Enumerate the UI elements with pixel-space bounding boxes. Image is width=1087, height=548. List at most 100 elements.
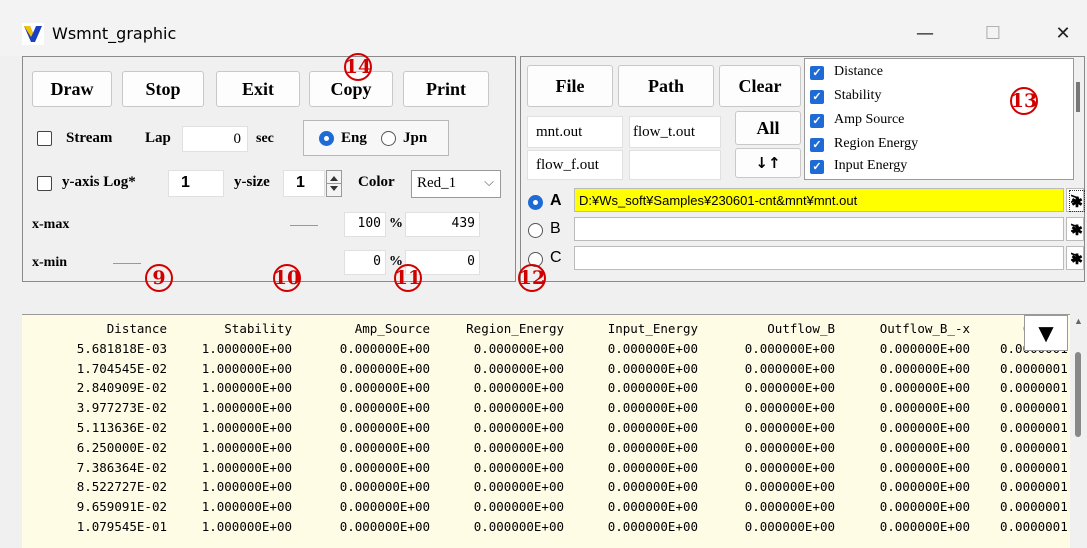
table-cell: 1.000000E+00 [201, 519, 292, 534]
sort-button[interactable]: ↓↑ [735, 148, 801, 178]
chevron-down-icon: ⌵ [484, 174, 494, 189]
table-cell: 0.000000E+00 [473, 340, 564, 356]
path-c-field[interactable] [574, 246, 1064, 270]
scroll-down-button[interactable]: ▼ [1024, 315, 1068, 351]
path-c-star-button[interactable]: ✱ [1069, 248, 1085, 270]
xmax-percent-input[interactable]: 100 [344, 212, 386, 237]
table-cell: 0.000000E+00 [339, 499, 430, 515]
lap-label: Lap [145, 130, 171, 146]
close-button[interactable]: ✕ [1040, 14, 1086, 54]
annotation-10: 10 [273, 264, 301, 292]
table-header-cell: Region_Energy [466, 321, 564, 336]
stream-checkbox[interactable] [37, 131, 52, 146]
table-cell: 5.113636E-02 [76, 420, 167, 435]
table-cell: 0.000000E+00 [879, 519, 970, 534]
table-cell: 0.000000E+00 [339, 519, 430, 534]
table-cell: 6.250000E-02 [76, 439, 167, 455]
lap-input[interactable]: 0 [182, 126, 248, 152]
check-distance-label: Distance [834, 64, 883, 79]
table-cell: 1.000000E+00 [201, 400, 292, 416]
table-cell: 1.079545E-01 [76, 519, 167, 534]
table-header-cell: Input_Energy [607, 321, 698, 336]
table-cell: 0.000000E+00 [607, 459, 698, 475]
xmin-label: x-min [32, 255, 67, 270]
table-cell: 0.000000E+00 [607, 519, 698, 534]
check-input-energy[interactable]: ✓ [810, 160, 824, 174]
table-cell: 0.000000E+00 [473, 439, 564, 455]
minimize-button[interactable]: — [902, 14, 948, 54]
table-cell: 0.000000E+00 [473, 380, 564, 396]
table-header-cell: Amp_Source [354, 321, 430, 336]
table-cell: 1.000000E+00 [201, 360, 292, 376]
table-cell: 0.000000E+00 [879, 439, 970, 455]
table-cell: 3.977273E-02 [76, 400, 167, 416]
scroll-thumb[interactable] [1075, 352, 1081, 437]
check-stability-label: Stability [834, 88, 882, 103]
maximize-button[interactable]: ☐ [970, 14, 1016, 54]
file-button[interactable]: File [527, 65, 613, 107]
table-cell: 2.840909E-02 [76, 380, 167, 396]
table-cell: 0.000000E+00 [879, 360, 970, 376]
file1-field[interactable]: mnt.out [527, 116, 623, 148]
check-amp-source[interactable]: ✓ [810, 114, 824, 128]
xmax-label: x-max [32, 217, 70, 232]
file4-field[interactable] [629, 150, 721, 180]
table-cell: 1.000000E+00 [201, 439, 292, 455]
print-button[interactable]: Print [403, 71, 489, 107]
xmax-slider[interactable] [290, 225, 318, 226]
check-region-energy[interactable]: ✓ [810, 138, 824, 152]
check-distance[interactable]: ✓ [810, 66, 824, 80]
path-b-field[interactable] [574, 217, 1064, 241]
check-region-energy-label: Region Energy [834, 136, 919, 151]
ysize-spinner[interactable] [326, 170, 342, 197]
table-cell: 8.522727E-02 [76, 479, 167, 495]
table-cell: 0.000000E+00 [473, 519, 564, 534]
table-cell: 0.000000E+00 [607, 479, 698, 495]
path-button[interactable]: Path [618, 65, 714, 107]
path-b-star-button[interactable]: ✱ [1069, 219, 1085, 241]
yaxis-log-checkbox[interactable] [37, 176, 52, 191]
annotation-11: 11 [394, 264, 422, 292]
table-cell: 0.000000E+00 [607, 380, 698, 396]
table-cell: 0.0000001 [1000, 360, 1068, 376]
table-cell: 0.000000E+00 [879, 420, 970, 435]
checklist-scrollbar[interactable] [1076, 82, 1080, 112]
file2-field[interactable]: flow_t.out [629, 116, 721, 148]
yaxis-log-input[interactable]: 1 [168, 170, 224, 197]
xmin-percent-input[interactable]: 0 [344, 250, 386, 275]
path-a-star-button[interactable]: ✱ [1069, 190, 1085, 212]
path-a-field[interactable]: D:¥Ws_soft¥Samples¥230601-cnt&mnt¥mnt.ou… [574, 188, 1064, 212]
table-cell: 0.000000E+00 [473, 360, 564, 376]
table-cell: 0.000000E+00 [879, 479, 970, 495]
stop-button[interactable]: Stop [122, 71, 204, 107]
jpn-label: Jpn [403, 130, 428, 146]
table-cell: 1.000000E+00 [201, 479, 292, 495]
color-select[interactable]: Red_1 ⌵ [411, 170, 501, 198]
path-a-radio[interactable] [528, 195, 543, 210]
clear-button[interactable]: Clear [719, 65, 801, 107]
file3-field[interactable]: flow_f.out [527, 150, 623, 180]
annotation-13: 13 [1010, 87, 1038, 115]
check-stability[interactable]: ✓ [810, 90, 824, 104]
path-b-radio[interactable] [528, 223, 543, 238]
path-a-label: A [550, 192, 562, 209]
jpn-radio[interactable] [381, 131, 396, 146]
color-select-value: Red_1 [417, 175, 457, 191]
xmin-slider[interactable] [113, 263, 141, 264]
annotation-9: 9 [145, 264, 173, 292]
exit-button[interactable]: Exit [216, 71, 300, 107]
all-button[interactable]: All [735, 111, 801, 145]
table-cell: 0.000000E+00 [744, 400, 835, 416]
table-header-cell: Outflow_B_-x [879, 321, 970, 336]
ysize-input[interactable]: 1 [283, 170, 325, 197]
table-cell: 0.000000E+00 [473, 499, 564, 515]
xmax-value-input[interactable]: 439 [405, 212, 480, 237]
table-cell: 0.000000E+00 [607, 420, 698, 435]
table-cell: 7.386364E-02 [76, 459, 167, 475]
table-cell: 0.000000E+00 [607, 400, 698, 416]
table-cell: 0.000000E+00 [879, 459, 970, 475]
draw-button[interactable]: Draw [32, 71, 112, 107]
eng-radio[interactable] [319, 131, 334, 146]
table-scrollbar[interactable]: ▲ [1070, 314, 1087, 548]
table-cell: 0.000000E+00 [744, 439, 835, 455]
